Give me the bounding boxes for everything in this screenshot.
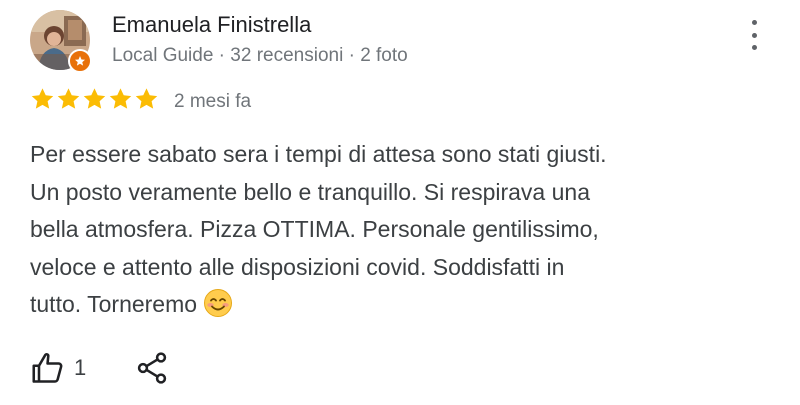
share-icon [137, 352, 167, 384]
review-text-line: Un posto veramente bello e tranquillo. S… [30, 178, 590, 205]
star-icon [135, 88, 158, 109]
reviewer-name[interactable]: Emanuela Finistrella [112, 12, 311, 38]
review-text-line: Per essere sabato sera i tempi di attesa… [30, 141, 607, 167]
star-icon [83, 88, 106, 109]
more-vert-icon-dot [751, 45, 757, 50]
share-button[interactable] [134, 350, 170, 386]
review-text: Per essere sabato sera i tempi di attesa… [30, 136, 760, 330]
more-options-button[interactable] [742, 18, 766, 52]
smiling-face-emoji [203, 288, 233, 330]
review-text-line: tutto. Torneremo [30, 291, 198, 317]
review-card: Emanuela Finistrella Local Guide · 32 re… [0, 0, 800, 405]
star-rating [30, 86, 159, 116]
review-text-line: bella atmosfera. Pizza OTTIMA. Personale… [30, 216, 599, 242]
review-text-line: veloce e attento alle disposizioni covid… [30, 253, 565, 280]
thumbs-up-icon [32, 352, 63, 383]
local-guide-star-icon [75, 56, 85, 66]
local-guide-badge [68, 49, 92, 73]
more-vert-icon-dot [751, 32, 757, 38]
star-icon [31, 88, 54, 109]
star-icon [109, 88, 132, 109]
like-count: 1 [74, 355, 87, 380]
reviewer-meta: Local Guide · 32 recensioni · 2 foto [112, 45, 408, 66]
like-button[interactable]: 1 [30, 350, 86, 386]
review-text-last-line: tutto. Torneremo [30, 286, 760, 330]
review-date: 2 mesi fa [174, 91, 252, 112]
star-icon [57, 88, 80, 109]
more-vert-icon [751, 20, 757, 25]
